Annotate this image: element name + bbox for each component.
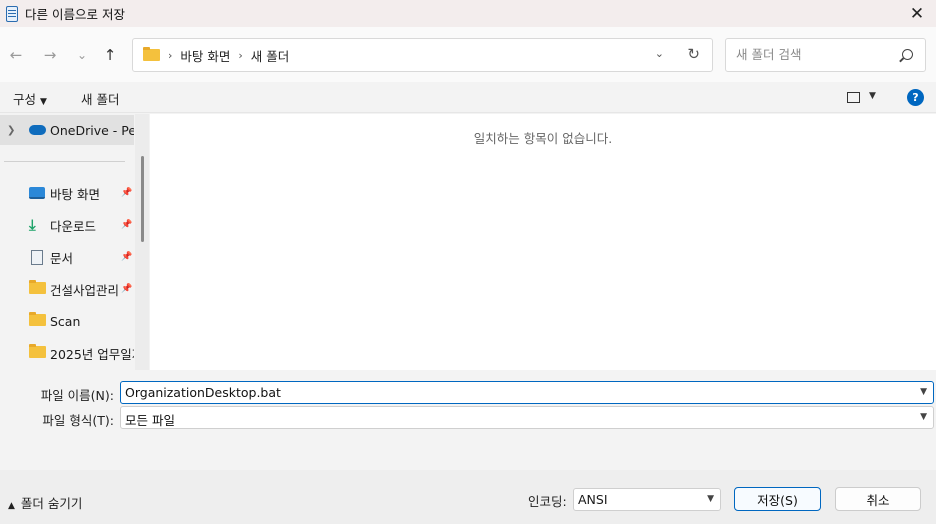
view-layout-icon[interactable] [847, 92, 860, 103]
sidebar-scrollbar[interactable] [135, 114, 149, 370]
navigation-pane: ❯ OneDrive - Pers 바탕 화면 📌 ⤓ 다운로드 📌 문서 📌 … [0, 114, 149, 370]
folder-icon [29, 343, 46, 361]
sidebar-item-label: 문서 [50, 250, 74, 266]
chevron-down-icon[interactable]: ▼ [707, 494, 714, 504]
pin-icon: 📌 [121, 220, 133, 230]
empty-message: 일치하는 항목이 없습니다. [473, 131, 613, 146]
address-dropdown-button[interactable]: ⌄ [655, 47, 664, 60]
recent-locations-button[interactable]: ⌄ [72, 45, 92, 65]
sidebar-item-label: 2025년 업무일지 [50, 346, 134, 362]
sidebar-item-documents[interactable]: 문서 📌 [0, 242, 134, 272]
sidebar-item-onedrive[interactable]: ❯ OneDrive - Pers [0, 115, 134, 145]
refresh-button[interactable]: ↻ [687, 45, 700, 63]
cloud-icon [29, 125, 46, 135]
breadcrumb-desktop[interactable]: 바탕 화면 [180, 46, 230, 65]
address-bar[interactable]: › 바탕 화면 › 새 폴더 ⌄ ↻ [132, 38, 713, 72]
sidebar-item-label: 다운로드 [50, 218, 97, 234]
sidebar-item-label: 건설사업관리 [50, 282, 120, 298]
sidebar-item-label: Scan [50, 313, 81, 329]
chevron-up-icon: ▲ [8, 501, 15, 511]
navigation-bar: ← → ⌄ ↑ › 바탕 화면 › 새 폴더 ⌄ ↻ [0, 27, 936, 82]
hide-folders-label: 폴더 숨기기 [20, 496, 83, 511]
save-button[interactable]: 저장(S) [734, 487, 821, 511]
sidebar-item-work-log[interactable]: 2025년 업무일지 [0, 338, 134, 368]
scrollbar-thumb[interactable] [141, 156, 144, 242]
sidebar-item-downloads[interactable]: ⤓ 다운로드 📌 [0, 210, 134, 240]
search-box[interactable] [725, 38, 926, 72]
file-list[interactable]: 일치하는 항목이 없습니다. [150, 114, 936, 370]
sidebar-item-construction[interactable]: 건설사업관리 📌 [0, 274, 134, 304]
sidebar-item-label: OneDrive - Pers [50, 122, 134, 138]
search-input[interactable] [736, 47, 896, 62]
filetype-value: 모든 파일 [125, 413, 175, 428]
hide-folders-button[interactable]: ▲ 폴더 숨기기 [8, 493, 82, 512]
filetype-label: 파일 형식(T): [42, 413, 114, 428]
pin-icon: 📌 [121, 252, 133, 262]
encoding-value: ANSI [578, 492, 608, 507]
pin-icon: 📌 [121, 188, 133, 198]
search-icon[interactable] [902, 49, 913, 60]
filename-field[interactable]: OrganizationDesktop.bat ▼ [120, 381, 934, 404]
chevron-right-icon[interactable]: ❯ [7, 125, 15, 136]
dialog-footer: ▲ 폴더 숨기기 인코딩: ANSI ▼ 저장(S) 취소 [0, 470, 936, 524]
notepad-icon [6, 5, 18, 22]
title-bar: 다른 이름으로 저장 ✕ [0, 0, 936, 27]
chevron-down-icon[interactable]: ▼ [920, 387, 927, 397]
download-icon: ⤓ [29, 216, 36, 234]
sidebar-item-scan[interactable]: Scan [0, 306, 134, 336]
sidebar-item-label: 바탕 화면 [50, 186, 100, 202]
desktop-icon [29, 187, 45, 199]
save-form: 파일 이름(N): OrganizationDesktop.bat ▼ 파일 형… [0, 370, 936, 470]
window-title: 다른 이름으로 저장 [25, 7, 125, 22]
breadcrumb-new-folder[interactable]: 새 폴더 [251, 46, 289, 65]
folder-icon [29, 279, 46, 297]
document-icon [31, 249, 43, 265]
forward-button[interactable]: → [40, 45, 60, 65]
filename-label: 파일 이름(N): [40, 388, 114, 403]
view-dropdown-icon[interactable]: ▼ [869, 91, 876, 101]
command-bar: 구성 ▼ 새 폴더 ▼ ? [0, 82, 936, 113]
breadcrumb-separator: › [168, 48, 173, 62]
sidebar-item-desktop[interactable]: 바탕 화면 📌 [0, 178, 134, 208]
organize-button[interactable]: 구성 ▼ [13, 89, 47, 108]
folder-icon [143, 47, 160, 61]
folder-icon [29, 311, 46, 329]
help-button[interactable]: ? [907, 89, 924, 106]
encoding-label: 인코딩: [528, 494, 567, 509]
new-folder-button[interactable]: 새 폴더 [81, 89, 119, 108]
divider [4, 161, 125, 162]
cancel-button[interactable]: 취소 [835, 487, 921, 511]
organize-label: 구성 [13, 92, 37, 107]
back-button[interactable]: ← [6, 45, 26, 65]
chevron-down-icon: ▼ [40, 97, 47, 107]
close-button[interactable]: ✕ [902, 0, 932, 27]
encoding-select[interactable]: ANSI ▼ [573, 488, 721, 511]
breadcrumb-separator: › [238, 48, 243, 62]
pin-icon: 📌 [121, 284, 133, 294]
chevron-down-icon[interactable]: ▼ [920, 412, 927, 422]
filename-value[interactable]: OrganizationDesktop.bat [125, 385, 281, 400]
up-button[interactable]: ↑ [100, 45, 120, 65]
filetype-select[interactable]: 모든 파일 ▼ [120, 406, 934, 429]
